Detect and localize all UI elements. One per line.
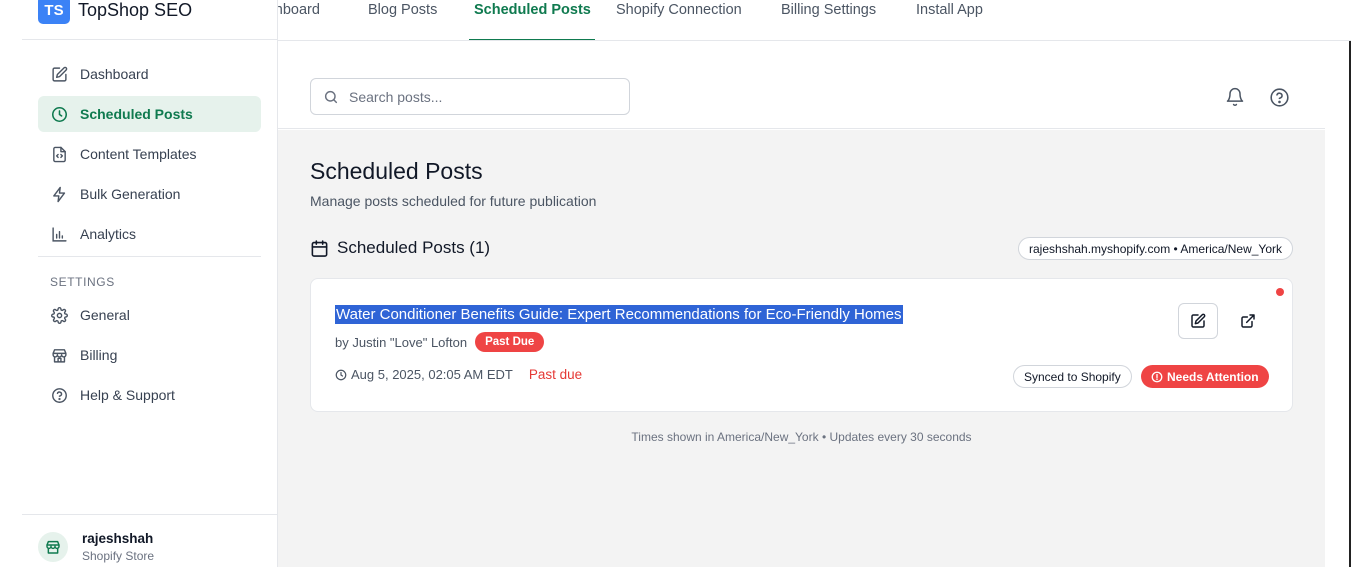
sidebar-item-analytics[interactable]: Analytics [38,216,261,252]
settings-section-label: SETTINGS [50,275,115,289]
tab-scheduled-posts[interactable]: Scheduled Posts [469,0,595,40]
scheduled-date: Aug 5, 2025, 02:05 AM EDT [351,367,513,382]
sidebar-item-label: Scheduled Posts [80,106,193,122]
sidebar-item-dashboard[interactable]: Dashboard [38,56,261,92]
top-navigation: Dashboard Blog Posts Scheduled Posts Sho… [278,0,1351,41]
sync-status-chip: Synced to Shopify [1013,365,1132,388]
divider [22,39,278,40]
file-code-icon [50,145,68,163]
brand-logo-badge: TS [38,0,70,24]
search-icon [323,89,339,105]
calendar-icon [310,239,329,258]
user-subtitle: Shopify Store [82,549,155,563]
post-schedule: Aug 5, 2025, 02:05 AM EDT Past due [335,367,582,382]
sidebar-item-content-templates[interactable]: Content Templates [38,136,261,172]
main-content: Scheduled Posts Manage posts scheduled f… [278,130,1325,567]
user-name: rajeshshah [82,531,154,546]
sidebar-item-label: General [80,307,130,323]
help-circle-icon[interactable] [1268,86,1290,108]
external-link-icon [1240,313,1256,329]
needs-attention-label: Needs Attention [1167,369,1259,384]
store-icon [50,346,68,364]
sidebar-item-bulk-generation[interactable]: Bulk Generation [38,176,261,212]
help-circle-icon [50,386,68,404]
post-title[interactable]: Water Conditioner Benefits Guide: Expert… [335,305,903,324]
sidebar: TS TopShop SEO Dashboard Scheduled Posts… [22,0,278,567]
section-header: Scheduled Posts (1) [310,238,490,258]
search-input[interactable] [349,88,609,105]
post-meta: by Justin "Love" Lofton Past Due [335,332,545,352]
brand[interactable]: TS TopShop SEO [38,0,192,24]
section-title: Scheduled Posts (1) [337,238,491,257]
edit-icon [1190,313,1206,329]
status-badge: Past Due [475,332,545,352]
tab-blog-posts[interactable]: Blog Posts [368,0,437,40]
sidebar-item-label: Billing [80,347,118,363]
clock-icon [335,369,347,381]
store-icon [46,540,60,554]
bar-chart-icon [50,225,68,243]
post-author: by Justin "Love" Lofton [335,334,468,350]
gear-icon [50,306,68,324]
sidebar-item-billing[interactable]: Billing [38,337,261,373]
sidebar-item-label: Content Templates [80,146,197,162]
tab-install-app[interactable]: Install App [916,0,983,40]
tab-billing-settings[interactable]: Billing Settings [781,0,876,40]
store-avatar [38,532,68,562]
timezone-footnote: Times shown in America/New_York • Update… [631,430,972,444]
post-card: Water Conditioner Benefits Guide: Expert… [310,278,1293,412]
page-subtitle: Manage posts scheduled for future public… [310,193,597,209]
sidebar-item-help-support[interactable]: Help & Support [38,377,261,413]
notification-dot [1276,288,1284,296]
sidebar-item-label: Dashboard [80,66,149,82]
sidebar-item-label: Bulk Generation [80,186,181,202]
lightning-icon [50,185,68,203]
user-profile[interactable]: rajeshshah Shopify Store [38,531,154,563]
tab-shopify-connection[interactable]: Shopify Connection [616,0,742,40]
needs-attention-chip[interactable]: Needs Attention [1141,365,1269,388]
store-timezone-chip: rajeshshah.myshopify.com • America/New_Y… [1018,237,1293,260]
sidebar-item-label: Analytics [80,226,137,242]
page-title: Scheduled Posts [310,158,483,184]
sidebar-item-scheduled-posts[interactable]: Scheduled Posts [38,96,261,132]
edit-square-icon [50,65,68,83]
alert-circle-icon [1151,371,1163,383]
past-due-text: Past due [528,367,583,382]
sidebar-item-general[interactable]: General [38,297,261,333]
page-header [278,41,1325,129]
divider [22,514,278,515]
open-external-button[interactable] [1228,303,1268,339]
clock-icon [50,105,68,123]
tab-dashboard[interactable]: Dashboard [278,0,320,40]
divider [38,256,261,257]
bell-icon[interactable] [1224,86,1246,108]
app-name: TopShop SEO [78,0,193,20]
sidebar-item-label: Help & Support [80,387,175,403]
search-box[interactable] [310,78,630,115]
edit-post-button[interactable] [1178,303,1218,339]
